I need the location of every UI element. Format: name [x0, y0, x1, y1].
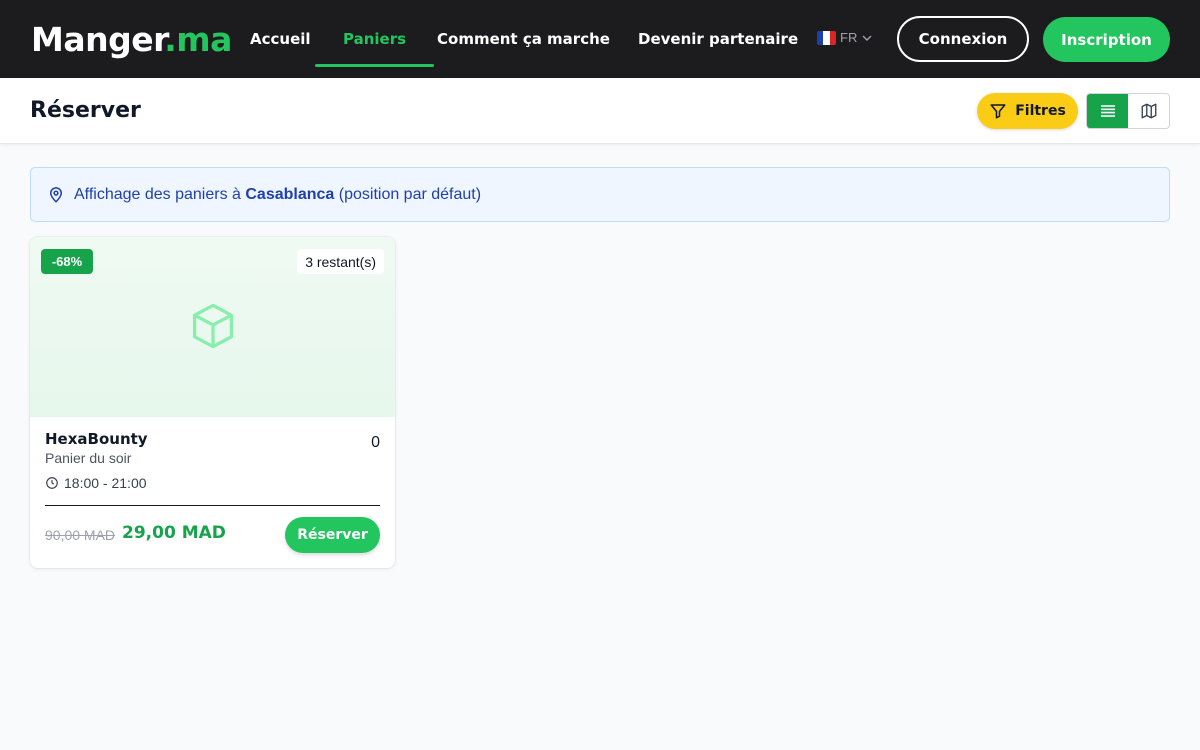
- basket-store-name: HexaBounty: [45, 430, 148, 448]
- signup-button[interactable]: Inscription: [1043, 17, 1170, 62]
- chevron-down-icon: [862, 35, 872, 41]
- basket-card[interactable]: -68% 3 restant(s) HexaBounty 0 Panier du…: [30, 237, 395, 568]
- top-navigation: Manger.ma Accueil Paniers Comment ça mar…: [0, 0, 1200, 78]
- view-mode-toggle: [1086, 93, 1170, 129]
- map-icon: [1141, 103, 1156, 119]
- original-price: 90,00 MAD: [45, 527, 116, 543]
- card-divider: [45, 505, 380, 506]
- language-selector[interactable]: FR: [817, 30, 873, 45]
- logo-tld: .ma: [164, 20, 232, 59]
- pickup-time: 18:00 - 21:00: [45, 475, 147, 491]
- logo-main: Manger: [31, 20, 165, 59]
- location-prefix: Affichage des paniers à: [74, 185, 246, 203]
- nav-link-accueil[interactable]: Accueil: [250, 28, 311, 50]
- location-city: Casablanca: [245, 185, 335, 203]
- location-suffix: (position par défaut): [334, 185, 482, 203]
- basket-rating: 0: [371, 434, 380, 451]
- map-pin-icon: [49, 186, 63, 203]
- clock-icon: [46, 477, 58, 489]
- list-view-button[interactable]: [1087, 94, 1128, 128]
- france-flag-icon: [817, 30, 836, 45]
- location-text: Affichage des paniers à Casablanca (posi…: [74, 186, 481, 204]
- site-logo[interactable]: Manger.ma: [31, 18, 232, 62]
- filter-icon: [990, 104, 1006, 119]
- filters-button[interactable]: Filtres: [977, 93, 1078, 129]
- map-view-button[interactable]: [1128, 94, 1169, 128]
- language-code: FR: [840, 30, 858, 45]
- discount-badge: -68%: [41, 249, 93, 274]
- basket-type: Panier du soir: [45, 450, 132, 466]
- nav-link-devenir-partenaire[interactable]: Devenir partenaire: [638, 28, 798, 50]
- discounted-price: 29,00 MAD: [122, 523, 226, 543]
- reserve-button[interactable]: Réserver: [285, 517, 380, 553]
- remaining-badge: 3 restant(s): [297, 249, 384, 274]
- page-title: Réserver: [30, 98, 141, 123]
- pickup-time-text: 18:00 - 21:00: [64, 475, 147, 491]
- filters-label: Filtres: [1015, 103, 1066, 119]
- basket-image-placeholder: -68% 3 restant(s): [30, 237, 395, 417]
- page-header: Réserver Filtres: [0, 78, 1200, 144]
- login-button[interactable]: Connexion: [897, 16, 1029, 62]
- location-info-banner: Affichage des paniers à Casablanca (posi…: [30, 167, 1170, 222]
- nav-link-comment-ca-marche[interactable]: Comment ça marche: [437, 28, 610, 50]
- list-icon: [1100, 105, 1115, 117]
- box-icon: [192, 303, 234, 349]
- nav-link-paniers[interactable]: Paniers: [314, 28, 435, 67]
